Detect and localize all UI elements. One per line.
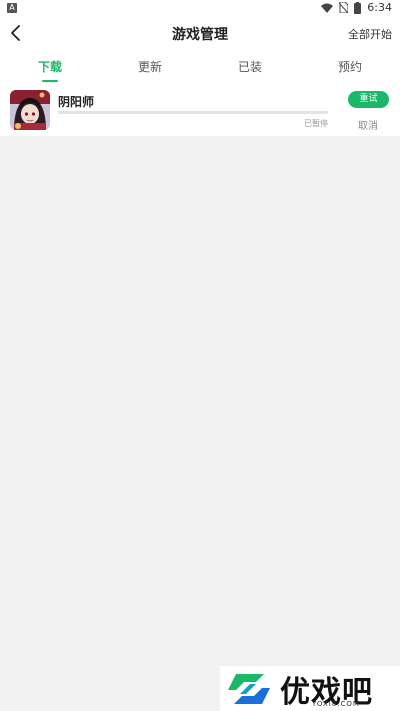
wifi-icon [321, 3, 334, 13]
tab-installed[interactable]: 已装 [200, 50, 300, 84]
tab-download[interactable]: 下载 [0, 50, 100, 84]
battery-icon [354, 1, 362, 14]
status-icons: 6:34 [321, 1, 392, 14]
clock: 6:34 [367, 1, 392, 14]
game-icon [10, 90, 50, 130]
tab-bar: 下载 更新 已装 预约 [0, 50, 400, 84]
cancel-button[interactable]: 取消 [358, 117, 378, 132]
no-sim-icon [339, 2, 349, 13]
download-list: 阴阳师 已暂停 重试 取消 [0, 84, 400, 136]
brand-domain: YOXI8.COM [312, 700, 360, 708]
tab-reserved[interactable]: 预约 [300, 50, 400, 84]
app-bar: 游戏管理 全部开始 [0, 16, 400, 50]
page-title: 游戏管理 [172, 27, 228, 43]
status-bar: A 6:34 [0, 0, 400, 16]
watermark: 优戏吧 YOXI8.COM [220, 666, 400, 711]
start-all-button[interactable]: 全部开始 [348, 26, 392, 42]
download-progress-bar [58, 111, 328, 114]
brand-logo-icon [228, 674, 270, 704]
notification-a-icon: A [7, 3, 17, 13]
download-status: 已暂停 [304, 119, 328, 128]
list-item[interactable]: 阴阳师 已暂停 重试 取消 [0, 84, 400, 136]
retry-button[interactable]: 重试 [348, 91, 389, 108]
game-name: 阴阳师 [58, 95, 95, 109]
tab-update[interactable]: 更新 [100, 50, 200, 84]
